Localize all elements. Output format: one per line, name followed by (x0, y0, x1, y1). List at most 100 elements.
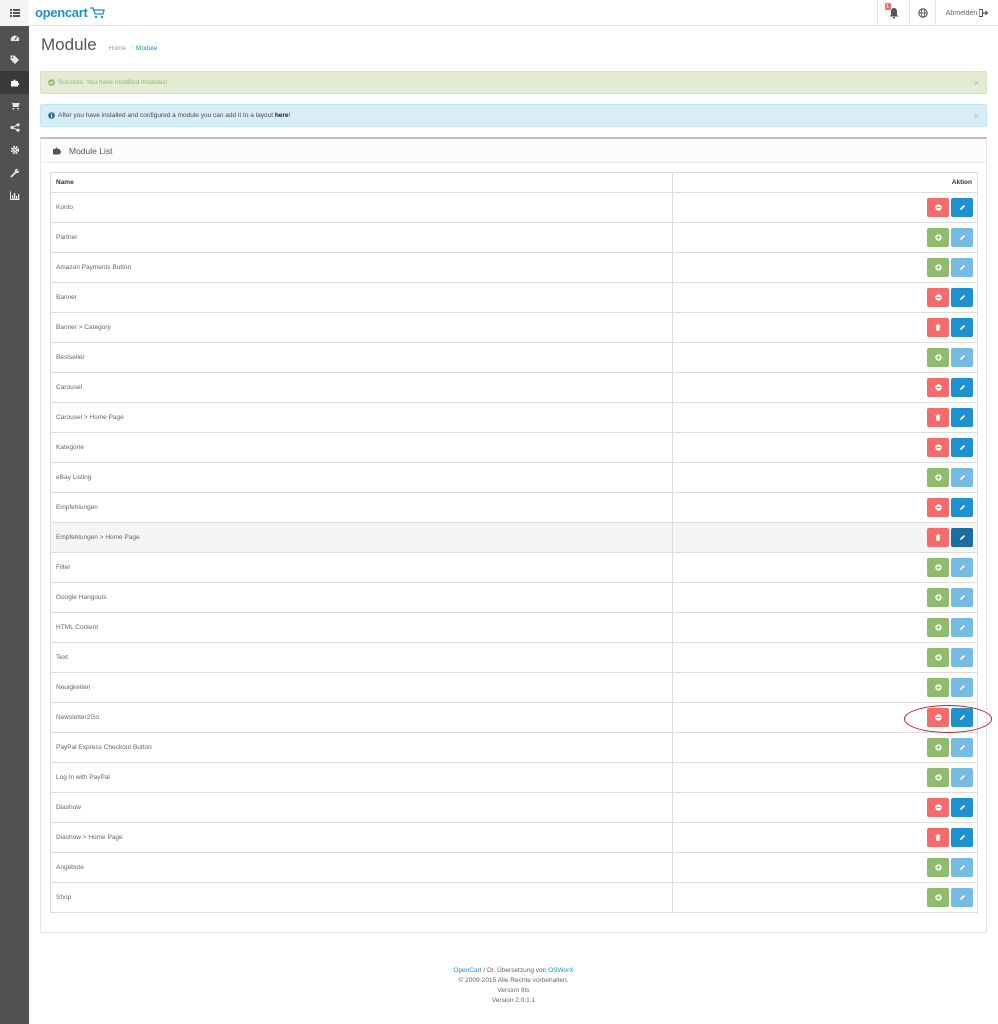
module-name: Banner (50, 282, 673, 313)
pencil-icon (959, 714, 966, 721)
sidebar-item-reports[interactable] (0, 184, 29, 207)
footer-version-ts: Version 9ts (497, 987, 530, 994)
install-button[interactable] (927, 738, 949, 757)
edit-button[interactable] (951, 438, 973, 457)
module-actions (672, 732, 978, 763)
trash-icon (935, 534, 941, 541)
opencart-logo[interactable]: opencart (35, 5, 105, 20)
pencil-icon (959, 504, 966, 511)
store-front-button[interactable] (909, 0, 935, 26)
module-actions (672, 252, 978, 283)
edit-button[interactable] (951, 498, 973, 517)
module-actions (672, 462, 978, 493)
delete-button[interactable] (927, 318, 949, 337)
uninstall-button[interactable] (927, 378, 949, 397)
info-message: After you have installed and configured … (58, 112, 291, 119)
puzzle-icon (10, 79, 19, 87)
sign-out-icon (979, 9, 989, 17)
edit-button (951, 858, 973, 877)
module-actions (672, 492, 978, 523)
sidebar-item-marketing[interactable] (0, 116, 29, 139)
page-title: Module (41, 35, 97, 54)
layout-link[interactable]: here (275, 112, 289, 119)
column-header-action: Aktion (672, 172, 978, 193)
delete-button[interactable] (927, 828, 949, 847)
table-row: HTML Content (50, 612, 978, 643)
pencil-icon (959, 684, 966, 691)
install-button[interactable] (927, 228, 949, 247)
bar-chart-icon (9, 191, 19, 200)
delete-button[interactable] (927, 408, 949, 427)
edit-button (951, 588, 973, 607)
pencil-icon (959, 354, 966, 361)
plus-circle-icon (934, 624, 942, 631)
edit-button[interactable] (951, 318, 973, 337)
osworx-link[interactable]: OSWorX (548, 967, 574, 974)
uninstall-button[interactable] (927, 498, 949, 517)
breadcrumb-home[interactable]: Home (109, 45, 126, 52)
edit-button (951, 768, 973, 787)
plus-circle-icon (934, 774, 942, 781)
module-name: Partner (50, 222, 673, 253)
minus-circle-icon (934, 294, 942, 301)
sidebar-item-dashboard[interactable] (0, 26, 29, 49)
install-button[interactable] (927, 258, 949, 277)
install-button[interactable] (927, 468, 949, 487)
column-header-name[interactable]: Name (50, 172, 673, 193)
edit-button[interactable] (951, 288, 973, 307)
table-row: Empfehlungen (50, 492, 978, 523)
module-list-panel: Module List Name Aktion Konto Partner Amaz… (40, 137, 987, 933)
install-button[interactable] (927, 348, 949, 367)
edit-button (951, 558, 973, 577)
trash-icon (935, 834, 941, 841)
table-row: Empfehlungen > Home Page (50, 522, 978, 553)
install-button[interactable] (927, 648, 949, 667)
opencart-link[interactable]: OpenCart (453, 967, 481, 974)
sidebar-item-tools[interactable] (0, 162, 29, 185)
install-button[interactable] (927, 558, 949, 577)
sidebar-item-system[interactable] (0, 139, 29, 162)
close-info-button[interactable]: × (974, 111, 979, 121)
menu-toggle-button[interactable] (0, 0, 29, 26)
minus-circle-icon (934, 384, 942, 391)
sidebar-item-catalog[interactable] (0, 49, 29, 72)
edit-button[interactable] (951, 708, 973, 727)
module-actions (672, 762, 978, 793)
sidebar-item-extensions[interactable] (0, 71, 29, 94)
table-row: Angebote (50, 852, 978, 883)
panel-heading: Module List (41, 139, 986, 163)
install-button[interactable] (927, 768, 949, 787)
install-button[interactable] (927, 678, 949, 697)
table-row: Text (50, 642, 978, 673)
uninstall-button[interactable] (927, 438, 949, 457)
edit-button[interactable] (951, 198, 973, 217)
install-button[interactable] (927, 888, 949, 907)
edit-button (951, 888, 973, 907)
install-button[interactable] (927, 858, 949, 877)
module-actions (672, 852, 978, 883)
uninstall-button[interactable] (927, 198, 949, 217)
delete-button[interactable] (927, 528, 949, 547)
logout-button[interactable]: Abmelden (935, 0, 998, 26)
uninstall-button[interactable] (927, 708, 949, 727)
pencil-icon (959, 744, 966, 751)
minus-circle-icon (934, 504, 942, 511)
sidebar-item-sales[interactable] (0, 94, 29, 117)
panel-title: Module List (69, 145, 113, 156)
uninstall-button[interactable] (927, 288, 949, 307)
edit-button[interactable] (951, 798, 973, 817)
minus-circle-icon (934, 204, 942, 211)
edit-button[interactable] (951, 828, 973, 847)
pencil-icon (959, 594, 966, 601)
module-actions (672, 342, 978, 373)
breadcrumb-module[interactable]: Module (136, 45, 157, 52)
notifications-button[interactable]: 1 (877, 0, 909, 26)
edit-button[interactable] (951, 378, 973, 397)
install-button[interactable] (927, 588, 949, 607)
close-success-button[interactable]: × (974, 78, 979, 88)
edit-button[interactable] (951, 528, 973, 547)
edit-button (951, 648, 973, 667)
uninstall-button[interactable] (927, 798, 949, 817)
install-button[interactable] (927, 618, 949, 637)
edit-button[interactable] (951, 408, 973, 427)
